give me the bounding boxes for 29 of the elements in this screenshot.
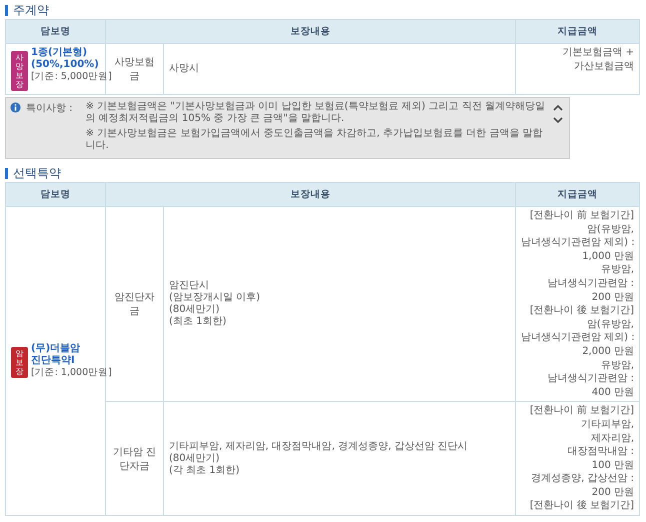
scroll-up-icon[interactable] [553,104,563,111]
coverage-name-link[interactable]: (무)더블암 진단특약Ⅰ [31,343,112,368]
coverage-basis: [기준: 5,000만원] [31,71,112,83]
condition-cell: 기타피부암, 제자리암, 대장점막내암, 경계성종양, 갑상선암 진단시 (80세만기) (각 최초 1회한) [164,402,516,516]
payout-cell: 기본보험금액 + 가산보험금액 [516,44,640,94]
coverage-basis: [기준: 1,000만원] [31,367,112,380]
notice-label: 특이사항 : [26,102,73,115]
column-header: 담보명 [6,182,106,206]
column-header: 지급금액 [516,182,640,206]
section-title: 선택특약 [13,165,61,182]
benefit-cell: 기타암 진단자금 [106,402,164,516]
coverage-name-link[interactable]: 1종(기본형) (50%,100%) [31,47,112,71]
scroll-down-icon[interactable] [553,117,563,124]
column-header: 담보명 [6,20,106,44]
heading-marker [5,5,8,16]
payout-cell: [전환나이 前 보험기간] 기타피부암, 제자리암, 대장점막내암 : 100 만원 경계성종양, 갑상선암 : 200 만원 [전환나이 後 보험기간] [516,402,640,516]
notice-text: ※ 기본사망보험금은 보험가입금액에서 중도인출금액을 차감하고, 추가납입보험료를 더한 금액을 말합니다. [86,128,544,152]
column-header: 보장내용 [106,182,516,206]
coverage-badge: 사망보장 [11,51,28,91]
heading-marker [5,168,8,179]
info-icon [10,102,21,113]
condition-cell: 암진단시 (암보장개시일 이후) (80세만기) (최초 1회한) [164,206,516,402]
condition-cell: 사망시 [164,44,516,94]
column-header: 지급금액 [516,20,640,44]
notice-text: ※ 기본보험금액은 "기본사망보험금과 이미 납입한 보험료(특약보험료 제외) 그리고 직전 월계약해당일의 예정최저적립금의 105% 중 가장 큰 금액"을 말합니다. [86,101,546,125]
section-title: 주계약 [13,2,49,19]
column-header: 보장내용 [106,20,516,44]
payout-cell: [전환나이 前 보험기간] 암(유방암, 남녀생식기관련암 제외) : 1,000 만원 유방암, 남녀생식기관련암 : 200 만원 [전환나이 後 보험기간] 암(유방암, 남녀생식기관련암 제외) : 2,000 만원 유방암, 남녀생식기관련암 : 400 만원 [516,206,640,402]
coverage-badge: 암보장 [11,347,28,378]
